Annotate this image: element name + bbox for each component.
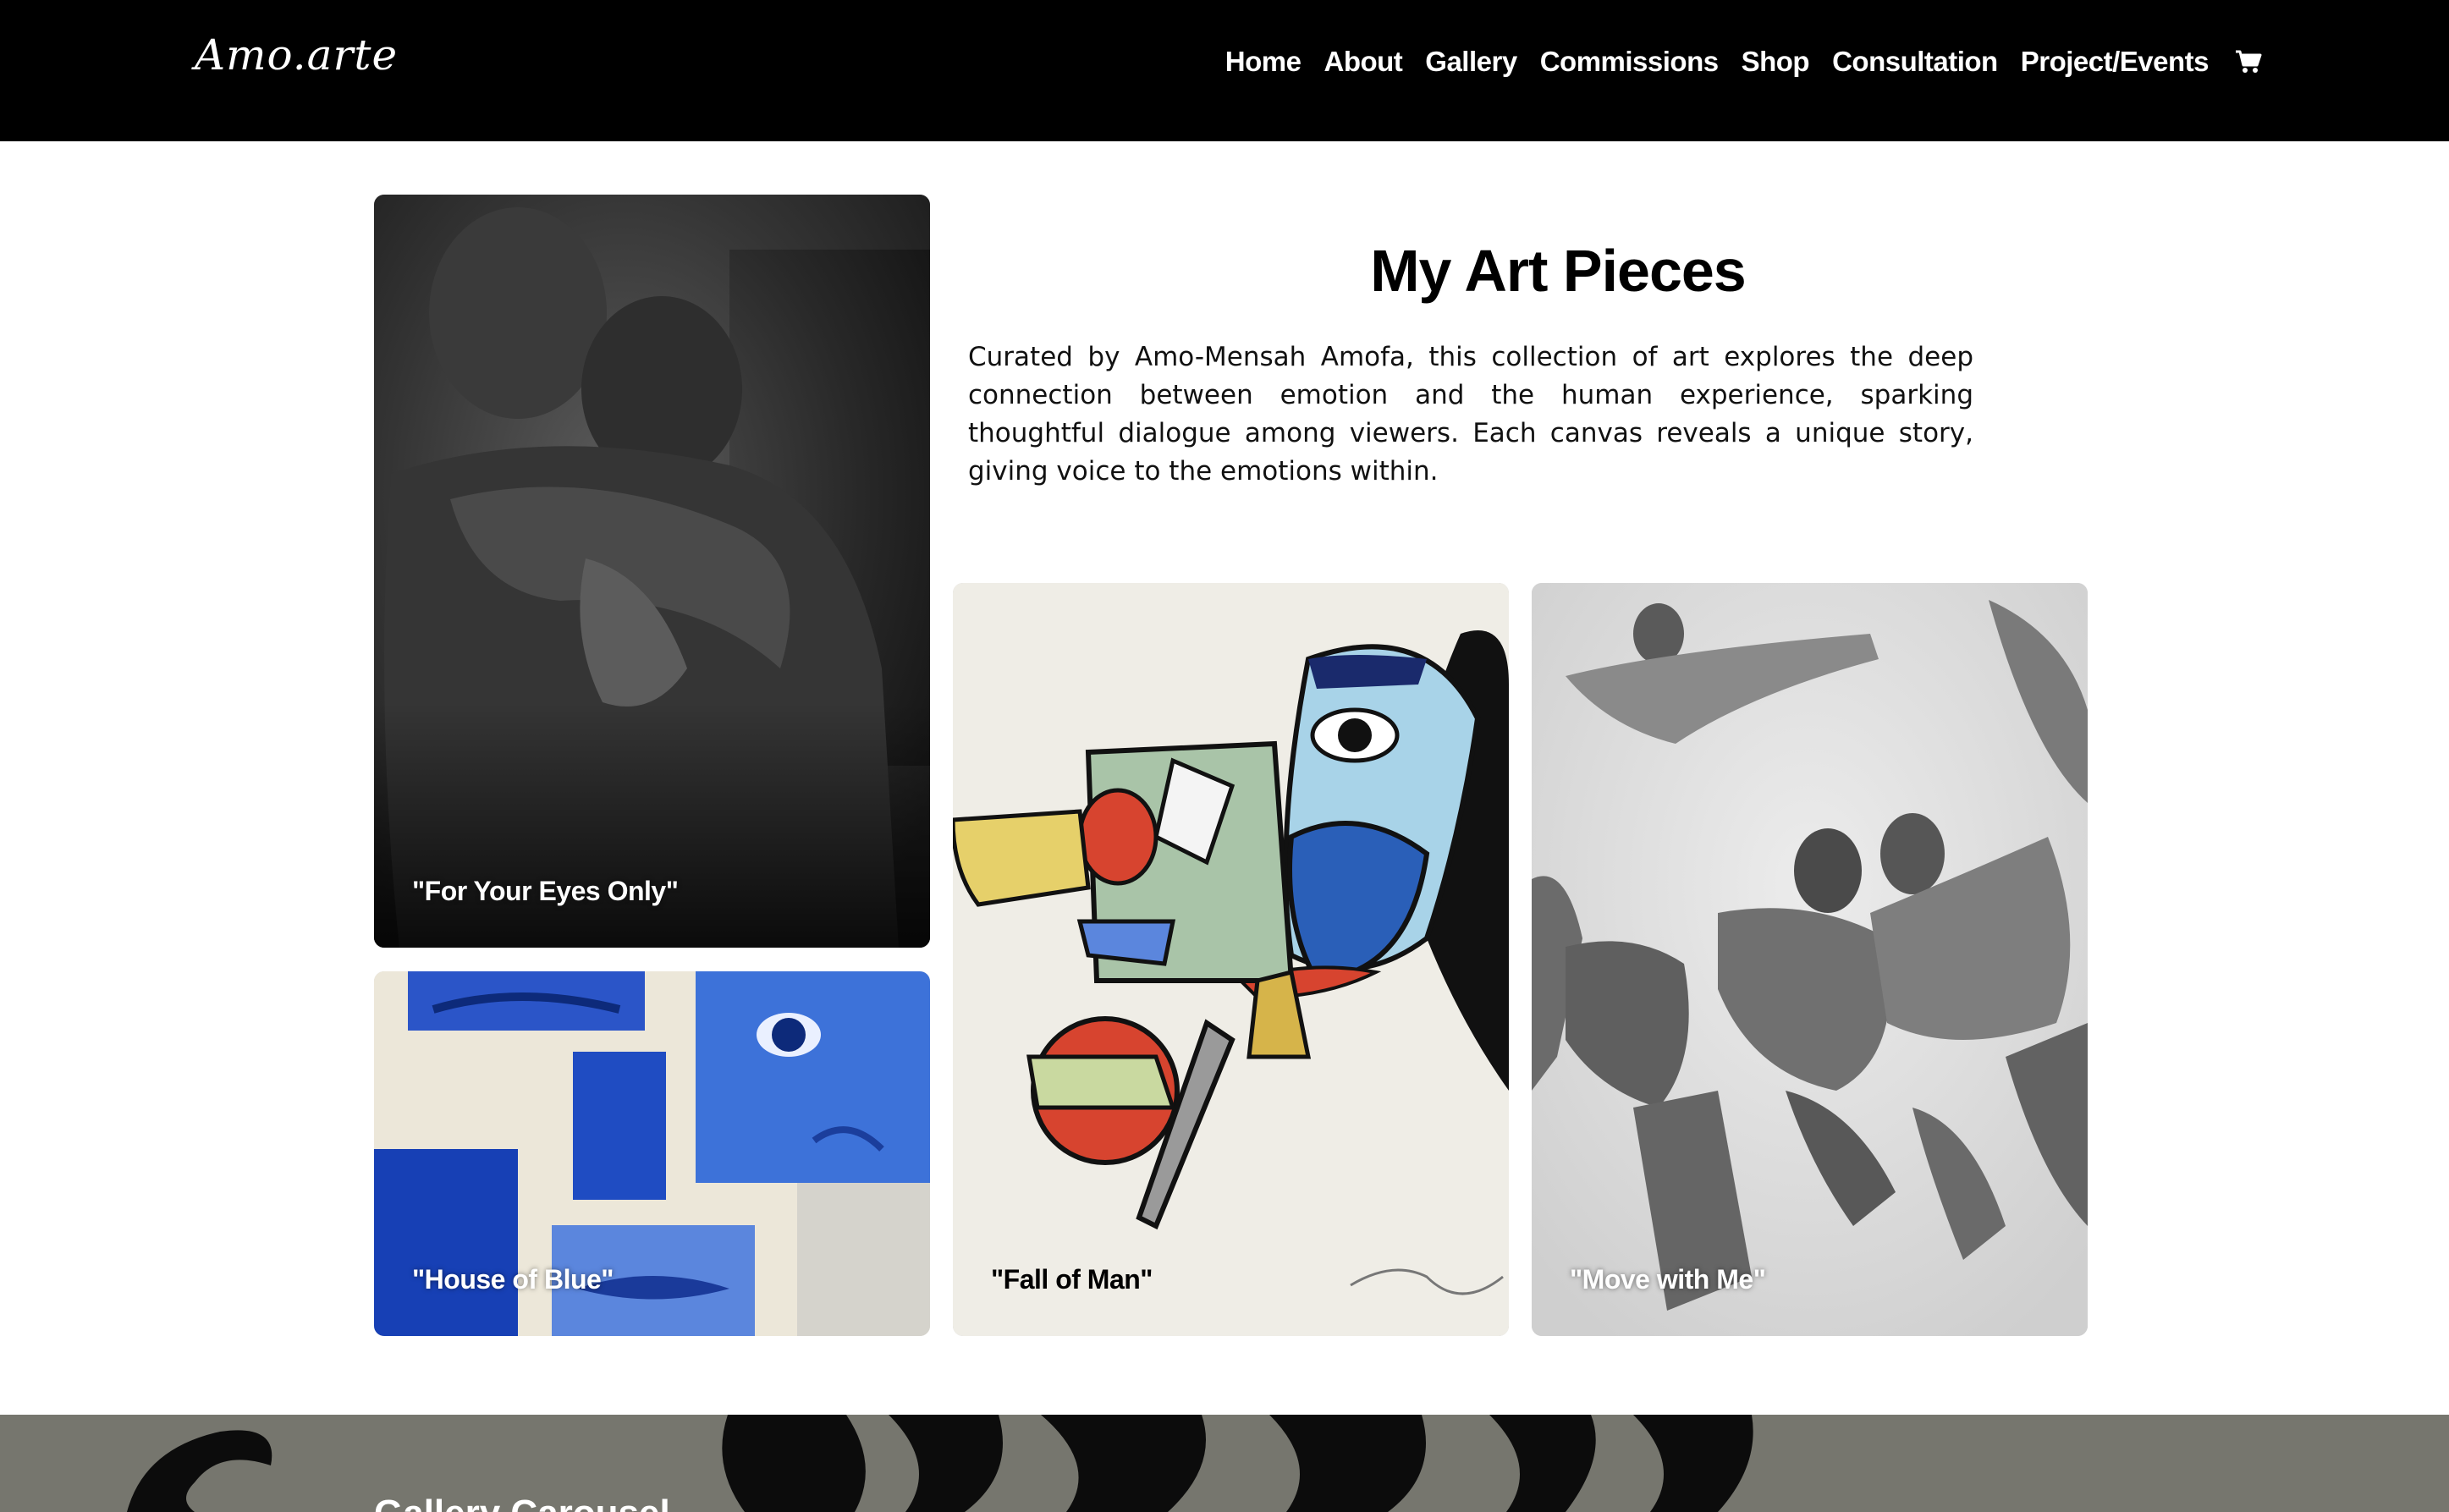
artwork-image-embrace <box>374 195 930 948</box>
artwork-title: "Move with Me" <box>1570 1264 1766 1295</box>
artwork-title: "For Your Eyes Only" <box>412 876 679 906</box>
nav-project-events[interactable]: Project/Events <box>2021 46 2210 78</box>
artwork-image-dancers <box>1532 583 2088 1336</box>
artwork-card-house-of-blue[interactable]: "House of Blue" <box>374 971 930 1336</box>
carousel-title: Gallery Carousel <box>374 1493 670 1512</box>
intro-description: Curated by Amo-Mensah Amofa, this collec… <box>968 342 1973 487</box>
nav-home[interactable]: Home <box>1225 46 1302 78</box>
gallery-carousel-section: Gallery Carousel <box>0 1415 2449 1512</box>
nav-commissions[interactable]: Commissions <box>1540 46 1719 78</box>
nav-shop[interactable]: Shop <box>1742 46 1810 78</box>
main-nav: Home About Gallery Commissions Shop Cons… <box>1202 46 2263 78</box>
site-logo[interactable]: Amo.arte <box>195 30 398 80</box>
nav-about[interactable]: About <box>1324 46 1402 78</box>
artwork-card-move-with-me[interactable]: "Move with Me" <box>1532 583 2088 1336</box>
artwork-title: "Fall of Man" <box>991 1264 1153 1295</box>
nav-gallery[interactable]: Gallery <box>1425 46 1517 78</box>
artwork-card-fall-of-man[interactable]: "Fall of Man" <box>953 583 1509 1336</box>
cart-icon[interactable] <box>2234 47 2263 76</box>
artwork-card-for-your-eyes-only[interactable]: "For Your Eyes Only" <box>374 195 930 948</box>
site-header: Amo.arte Home About Gallery Commissions … <box>0 0 2449 141</box>
nav-consultation[interactable]: Consultation <box>1832 46 1998 78</box>
carousel-background-art <box>127 1415 1753 1512</box>
page-title: My Art Pieces <box>1370 238 1747 304</box>
artwork-title: "House of Blue" <box>412 1264 614 1295</box>
artwork-image-abstract-face <box>953 583 1509 1336</box>
